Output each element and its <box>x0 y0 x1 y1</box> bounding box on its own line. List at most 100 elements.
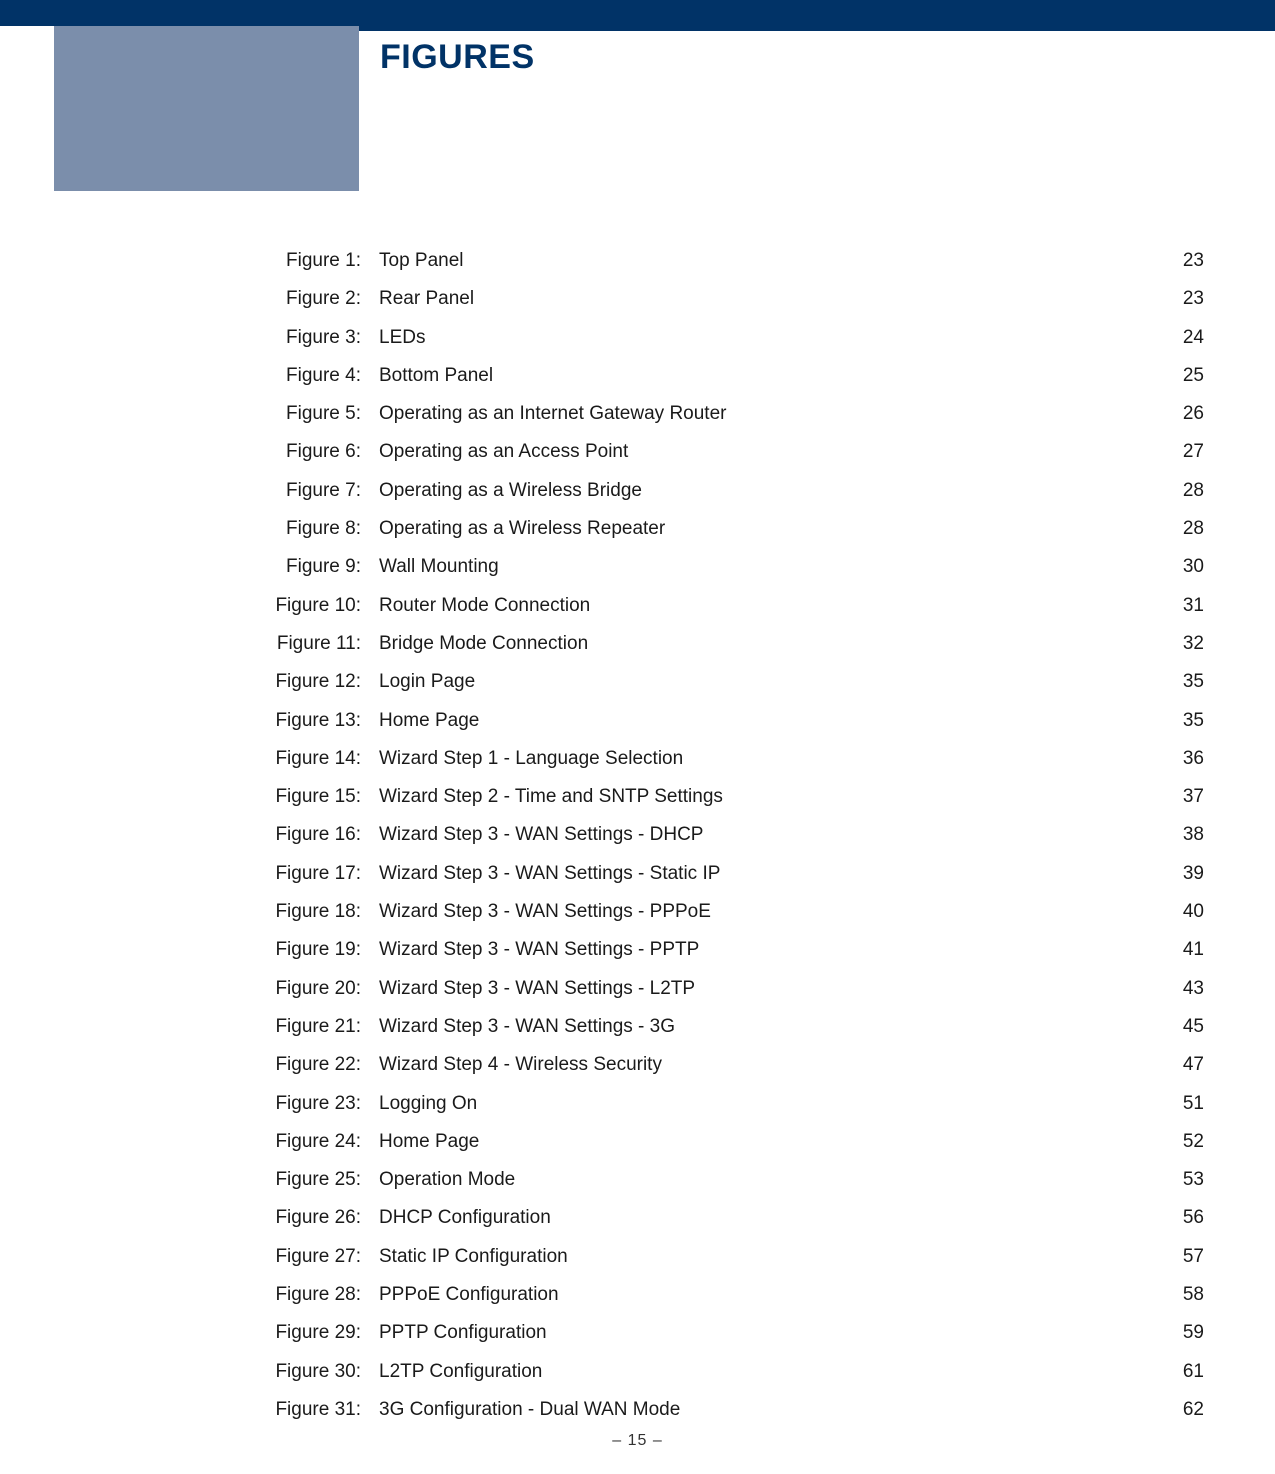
figure-row[interactable]: Figure 21:Wizard Step 3 - WAN Settings -… <box>244 1016 1214 1054</box>
figure-title: DHCP Configuration <box>379 1207 1154 1229</box>
figure-title: Operating as a Wireless Repeater <box>379 518 1154 540</box>
figure-label: Figure 3: <box>244 327 379 349</box>
figure-label: Figure 9: <box>244 556 379 578</box>
figure-label: Figure 25: <box>244 1169 379 1191</box>
figure-title: Bridge Mode Connection <box>379 633 1154 655</box>
figure-row[interactable]: Figure 16:Wizard Step 3 - WAN Settings -… <box>244 824 1214 862</box>
figure-label: Figure 23: <box>244 1093 379 1115</box>
figure-page: 27 <box>1154 441 1214 463</box>
figure-title: Wizard Step 3 - WAN Settings - L2TP <box>379 978 1154 1000</box>
figure-title: Wizard Step 3 - WAN Settings - PPTP <box>379 939 1154 961</box>
figure-label: Figure 26: <box>244 1207 379 1229</box>
figure-title: Wizard Step 3 - WAN Settings - PPPoE <box>379 901 1154 923</box>
figure-row[interactable]: Figure 30:L2TP Configuration61 <box>244 1361 1214 1399</box>
figure-row[interactable]: Figure 4:Bottom Panel25 <box>244 365 1214 403</box>
figure-title: Operating as a Wireless Bridge <box>379 480 1154 502</box>
figure-page: 35 <box>1154 671 1214 693</box>
figure-title: 3G Configuration - Dual WAN Mode <box>379 1399 1154 1421</box>
figure-page: 51 <box>1154 1093 1214 1115</box>
figure-page: 39 <box>1154 863 1214 885</box>
figure-row[interactable]: Figure 28:PPPoE Configuration58 <box>244 1284 1214 1322</box>
figure-row[interactable]: Figure 14:Wizard Step 1 - Language Selec… <box>244 748 1214 786</box>
figure-row[interactable]: Figure 8:Operating as a Wireless Repeate… <box>244 518 1214 556</box>
figure-row[interactable]: Figure 13:Home Page35 <box>244 710 1214 748</box>
figure-row[interactable]: Figure 27:Static IP Configuration57 <box>244 1246 1214 1284</box>
figure-row[interactable]: Figure 26:DHCP Configuration56 <box>244 1207 1214 1245</box>
figure-label: Figure 22: <box>244 1054 379 1076</box>
figure-page: 37 <box>1154 786 1214 808</box>
figure-label: Figure 7: <box>244 480 379 502</box>
figure-row[interactable]: Figure 1:Top Panel23 <box>244 250 1214 288</box>
figure-row[interactable]: Figure 12:Login Page35 <box>244 671 1214 709</box>
figure-label: Figure 31: <box>244 1399 379 1421</box>
figure-page: 31 <box>1154 595 1214 617</box>
figure-label: Figure 1: <box>244 250 379 272</box>
figure-title: L2TP Configuration <box>379 1361 1154 1383</box>
figure-label: Figure 30: <box>244 1361 379 1383</box>
figure-row[interactable]: Figure 24:Home Page52 <box>244 1131 1214 1169</box>
figure-page: 24 <box>1154 327 1214 349</box>
figure-page: 61 <box>1154 1361 1214 1383</box>
figure-row[interactable]: Figure 15:Wizard Step 2 - Time and SNTP … <box>244 786 1214 824</box>
figure-label: Figure 10: <box>244 595 379 617</box>
figure-label: Figure 2: <box>244 288 379 310</box>
header-underline <box>359 26 1275 31</box>
figure-label: Figure 19: <box>244 939 379 961</box>
figure-row[interactable]: Figure 19:Wizard Step 3 - WAN Settings -… <box>244 939 1214 977</box>
figure-row[interactable]: Figure 25:Operation Mode53 <box>244 1169 1214 1207</box>
figure-page: 32 <box>1154 633 1214 655</box>
figure-title: PPTP Configuration <box>379 1322 1154 1344</box>
figure-title: Wizard Step 2 - Time and SNTP Settings <box>379 786 1154 808</box>
figure-page: 52 <box>1154 1131 1214 1153</box>
figure-page: 58 <box>1154 1284 1214 1306</box>
figure-label: Figure 29: <box>244 1322 379 1344</box>
figure-page: 23 <box>1154 288 1214 310</box>
figure-row[interactable]: Figure 18:Wizard Step 3 - WAN Settings -… <box>244 901 1214 939</box>
figure-title: Login Page <box>379 671 1154 693</box>
figure-title: Rear Panel <box>379 288 1154 310</box>
figure-page: 25 <box>1154 365 1214 387</box>
figure-row[interactable]: Figure 7:Operating as a Wireless Bridge2… <box>244 480 1214 518</box>
figure-label: Figure 20: <box>244 978 379 1000</box>
figure-row[interactable]: Figure 29:PPTP Configuration59 <box>244 1322 1214 1360</box>
figure-row[interactable]: Figure 23:Logging On51 <box>244 1093 1214 1131</box>
figure-row[interactable]: Figure 11:Bridge Mode Connection32 <box>244 633 1214 671</box>
figure-title: Operating as an Access Point <box>379 441 1154 463</box>
figure-row[interactable]: Figure 10:Router Mode Connection31 <box>244 595 1214 633</box>
figure-title: Home Page <box>379 710 1154 732</box>
figure-page: 57 <box>1154 1246 1214 1268</box>
figure-page: 41 <box>1154 939 1214 961</box>
figure-row[interactable]: Figure 5:Operating as an Internet Gatewa… <box>244 403 1214 441</box>
figure-label: Figure 8: <box>244 518 379 540</box>
figure-row[interactable]: Figure 3:LEDs24 <box>244 327 1214 365</box>
figure-label: Figure 14: <box>244 748 379 770</box>
figure-page: 28 <box>1154 518 1214 540</box>
figure-label: Figure 13: <box>244 710 379 732</box>
figure-row[interactable]: Figure 6:Operating as an Access Point27 <box>244 441 1214 479</box>
figures-list: Figure 1:Top Panel23Figure 2:Rear Panel2… <box>244 250 1214 1437</box>
figure-title: Router Mode Connection <box>379 595 1154 617</box>
figure-title: Static IP Configuration <box>379 1246 1154 1268</box>
page-title: FIGURES <box>380 38 535 77</box>
figure-page: 62 <box>1154 1399 1214 1421</box>
figure-row[interactable]: Figure 9:Wall Mounting30 <box>244 556 1214 594</box>
figure-title: Logging On <box>379 1093 1154 1115</box>
top-strip <box>0 0 1275 26</box>
figure-label: Figure 5: <box>244 403 379 425</box>
figure-title: Top Panel <box>379 250 1154 272</box>
figure-label: Figure 27: <box>244 1246 379 1268</box>
figure-title: Wizard Step 1 - Language Selection <box>379 748 1154 770</box>
figure-title: Wall Mounting <box>379 556 1154 578</box>
figure-page: 56 <box>1154 1207 1214 1229</box>
figure-row[interactable]: Figure 20:Wizard Step 3 - WAN Settings -… <box>244 978 1214 1016</box>
figure-page: 59 <box>1154 1322 1214 1344</box>
figure-page: 36 <box>1154 748 1214 770</box>
figure-label: Figure 6: <box>244 441 379 463</box>
figure-row[interactable]: Figure 22:Wizard Step 4 - Wireless Secur… <box>244 1054 1214 1092</box>
figure-title: PPPoE Configuration <box>379 1284 1154 1306</box>
figure-label: Figure 15: <box>244 786 379 808</box>
figure-row[interactable]: Figure 2:Rear Panel23 <box>244 288 1214 326</box>
figure-row[interactable]: Figure 17:Wizard Step 3 - WAN Settings -… <box>244 863 1214 901</box>
figure-page: 45 <box>1154 1016 1214 1038</box>
figure-page: 40 <box>1154 901 1214 923</box>
